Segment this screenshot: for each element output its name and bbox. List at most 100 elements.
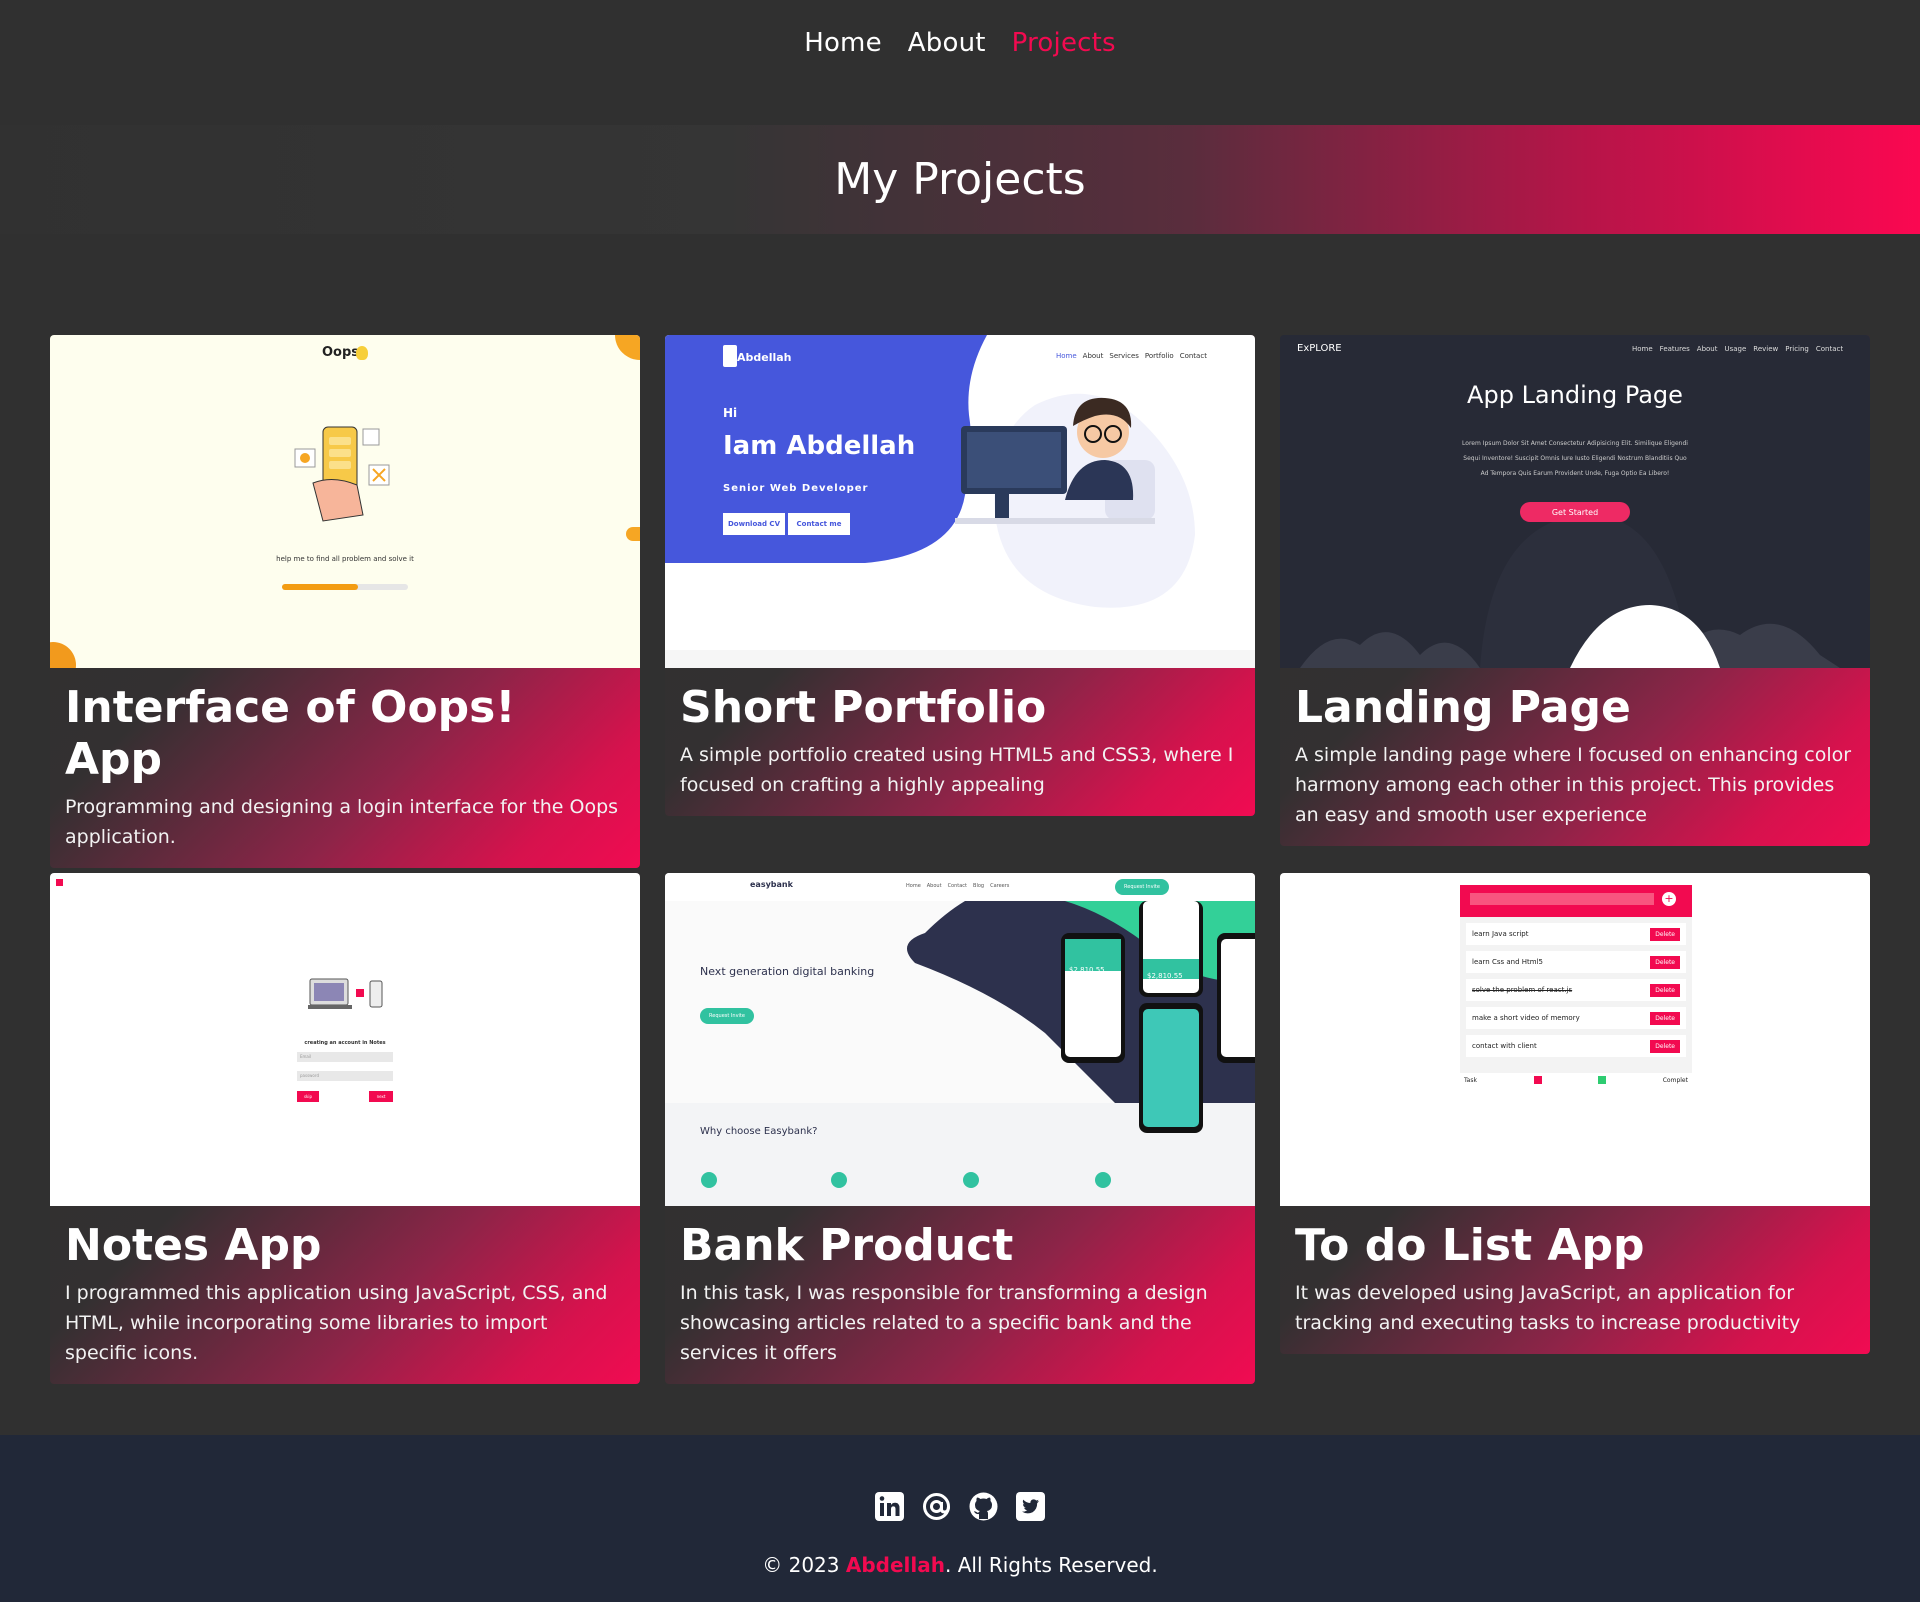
- task-list: learn Java script Delete learn Css and H…: [1460, 917, 1692, 1079]
- thumb-headline: Next generation digital banking: [700, 965, 875, 978]
- card-body: Bank Product In this task, I was respons…: [665, 1206, 1255, 1384]
- delete-button[interactable]: Delete: [1650, 955, 1680, 969]
- balance-amount: $2,810.55: [1069, 966, 1105, 974]
- thumb-nav-item: About: [926, 883, 942, 889]
- decor-circle: [50, 642, 76, 668]
- thumb-nav-item: Home: [1632, 345, 1653, 353]
- nav-about[interactable]: About: [908, 28, 986, 58]
- thumb-nav-item: Features: [1659, 345, 1690, 353]
- thumb-nav-item: Contact: [1815, 345, 1844, 353]
- project-card-todo[interactable]: + learn Java script Delete learn Css and…: [1280, 873, 1870, 1354]
- arrow-left-icon[interactable]: [626, 527, 640, 541]
- todo-header: +: [1460, 885, 1692, 917]
- card-description: In this task, I was responsible for tran…: [680, 1282, 1208, 1364]
- copyright: © 2023 Abdellah. All Rights Reserved.: [0, 1553, 1920, 1577]
- card-body: Short Portfolio A simple portfolio creat…: [665, 668, 1255, 816]
- delete-button[interactable]: Delete: [1650, 983, 1680, 997]
- app-brand: Oops: [322, 345, 360, 360]
- task-text: make a short video of memory: [1472, 1014, 1580, 1022]
- thumb-lines: Lorem Ipsum Dolor Sit Amet Consectetur A…: [1280, 436, 1870, 481]
- thumb-nav-item: Contact: [1179, 352, 1207, 360]
- thumb-nav-item: Careers: [990, 883, 1010, 889]
- add-icon[interactable]: +: [1662, 892, 1676, 906]
- thumb-nav-item: Contact: [947, 883, 968, 889]
- twitter-icon[interactable]: [1015, 1491, 1046, 1522]
- thumb-nav-item: Review: [1753, 345, 1779, 353]
- back-icon[interactable]: [56, 879, 63, 886]
- linkedin-icon[interactable]: [874, 1491, 905, 1522]
- delete-button[interactable]: Delete: [1650, 1039, 1680, 1053]
- thumb-nav-item: About: [1082, 352, 1104, 360]
- logo-text: Abdellah: [737, 351, 792, 364]
- card-title: Interface of Oops! App: [65, 682, 516, 785]
- developer-illustration: [955, 397, 1155, 524]
- thumb-subheading: Why choose Easybank?: [700, 1126, 818, 1137]
- download-cv-button[interactable]: Download CV: [723, 513, 785, 535]
- task-text: learn Css and Html5: [1472, 958, 1543, 966]
- card-description: Programming and designing a login interf…: [65, 796, 619, 848]
- thumb-line: Lorem Ipsum Dolor Sit Amet Consectetur A…: [1462, 440, 1688, 447]
- thumb-role: Senior Web Developer: [723, 483, 869, 494]
- project-thumbnail: + learn Java script Delete learn Css and…: [1280, 873, 1870, 1206]
- project-card-bank[interactable]: easybank Home About Contact Blog Careers…: [665, 873, 1255, 1384]
- thumb-line: Ad Tempora Quis Earum Provident Unde, Fu…: [1480, 470, 1670, 477]
- project-card-oops[interactable]: Oops help me to find all problem and sol…: [50, 335, 640, 868]
- main-nav: Home About Projects: [0, 0, 1920, 86]
- get-started-button[interactable]: Get Started: [1520, 502, 1630, 522]
- thumb-headline: App Landing Page: [1467, 381, 1683, 409]
- delete-button[interactable]: Delete: [1650, 1011, 1680, 1025]
- thumb-nav: Home About Services Portfolio Contact: [1056, 352, 1207, 360]
- social-links: [0, 1491, 1920, 1522]
- progress-track: [282, 584, 408, 590]
- project-thumbnail: ExPLORE Home Features About Usage Review…: [1280, 335, 1870, 668]
- trash-icon[interactable]: [1533, 1076, 1542, 1084]
- card-body: Interface of Oops! App Programming and d…: [50, 668, 640, 868]
- project-card-landing[interactable]: ExPLORE Home Features About Usage Review…: [1280, 335, 1870, 846]
- card-description: A simple portfolio created using HTML5 a…: [680, 744, 1234, 796]
- thumb-nav-item: About: [1696, 345, 1718, 353]
- lightbulb-icon: [356, 346, 368, 360]
- contact-me-button[interactable]: Contact me: [788, 513, 850, 535]
- task-text: solve the problem of react.js: [1472, 986, 1573, 994]
- task-text: contact with client: [1472, 1042, 1537, 1050]
- task-item: contact with client Delete: [1466, 1035, 1686, 1057]
- project-card-portfolio[interactable]: Abdellah Home About Services Portfolio C…: [665, 335, 1255, 816]
- thumb-nav-item: Home: [1056, 352, 1077, 360]
- task-item: make a short video of memory Delete: [1466, 1007, 1686, 1029]
- copyright-prefix: © 2023: [762, 1553, 846, 1577]
- at-icon[interactable]: [921, 1491, 952, 1522]
- thumb-nav-item: Portfolio: [1144, 352, 1174, 360]
- nav-projects[interactable]: Projects: [1012, 28, 1116, 58]
- project-thumbnail: Abdellah Home About Services Portfolio C…: [665, 335, 1255, 668]
- skip-button[interactable]: skip: [297, 1091, 319, 1102]
- request-invite-button[interactable]: Request Invite: [700, 1008, 754, 1024]
- check-icon[interactable]: [1598, 1076, 1607, 1084]
- thumb-nav-item: Usage: [1724, 345, 1747, 353]
- thumb-nav: Home About Contact Blog Careers: [906, 883, 1009, 889]
- thumb-caption: creating an account in Notes: [304, 1040, 386, 1046]
- thumb-logo: easybank: [750, 880, 793, 889]
- card-body: Notes App I programmed this application …: [50, 1206, 640, 1384]
- task-item: learn Java script Delete: [1466, 923, 1686, 945]
- brand-name[interactable]: Abdellah: [846, 1553, 945, 1577]
- bank-bg: [665, 873, 1255, 1206]
- next-button[interactable]: next: [369, 1091, 393, 1102]
- phone-illustration: [294, 426, 390, 522]
- task-input[interactable]: [1470, 893, 1654, 905]
- github-icon[interactable]: [968, 1491, 999, 1522]
- footer: © 2023 Abdellah. All Rights Reserved.: [0, 1435, 1920, 1602]
- card-body: To do List App It was developed using Ja…: [1280, 1206, 1870, 1354]
- project-card-notes[interactable]: creating an account in Notes Email passw…: [50, 873, 640, 1384]
- thumb-headline: Iam Abdellah: [723, 431, 916, 461]
- nav-home[interactable]: Home: [804, 28, 882, 58]
- card-title: To do List App: [1295, 1220, 1645, 1271]
- task-item: solve the problem of react.js Delete: [1466, 979, 1686, 1001]
- delete-button[interactable]: Delete: [1650, 927, 1680, 941]
- project-thumbnail: Oops help me to find all problem and sol…: [50, 335, 640, 668]
- request-invite-button[interactable]: Request Invite: [1115, 879, 1169, 895]
- card-title: Landing Page: [1295, 682, 1631, 733]
- card-description: It was developed using JavaScript, an ap…: [1295, 1282, 1801, 1334]
- thumb-nav: Home Features About Usage Review Pricing…: [1632, 345, 1843, 353]
- email-field[interactable]: Email: [297, 1052, 393, 1062]
- password-field[interactable]: password: [297, 1071, 393, 1081]
